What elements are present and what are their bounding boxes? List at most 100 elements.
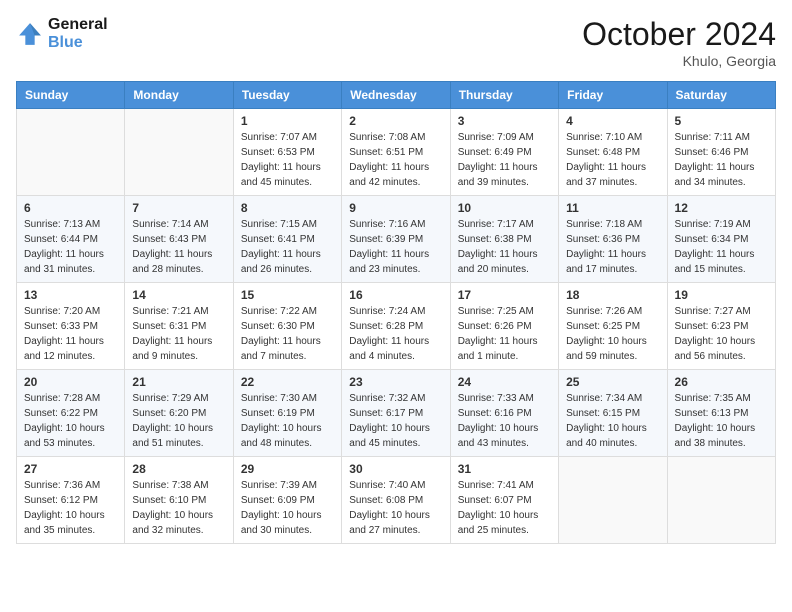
day-number: 3 <box>458 114 551 128</box>
day-number: 7 <box>132 201 225 215</box>
day-number: 30 <box>349 462 442 476</box>
calendar-table: SundayMondayTuesdayWednesdayThursdayFrid… <box>16 81 776 544</box>
calendar-cell: 4 Sunrise: 7:10 AMSunset: 6:48 PMDaylight… <box>559 109 667 196</box>
calendar-cell <box>125 109 233 196</box>
calendar-cell <box>17 109 125 196</box>
logo-icon <box>16 20 44 48</box>
day-number: 16 <box>349 288 442 302</box>
day-number: 21 <box>132 375 225 389</box>
weekday-header: Sunday <box>17 82 125 109</box>
day-info: Sunrise: 7:15 AMSunset: 6:41 PMDaylight:… <box>241 217 334 277</box>
calendar-cell: 20Sunrise: 7:28 AMSunset: 6:22 PMDayligh… <box>17 370 125 457</box>
day-info: Sunrise: 7:27 AMSunset: 6:23 PMDaylight:… <box>675 304 768 364</box>
month-title: October 2024 <box>582 16 776 53</box>
day-info: Sunrise: 7:14 AMSunset: 6:43 PMDaylight:… <box>132 217 225 277</box>
calendar-week-row: 13 Sunrise: 7:20 AMSunset: 6:33 PMDayligh… <box>17 283 776 370</box>
day-number: 23 <box>349 375 442 389</box>
logo: General Blue <box>16 16 108 52</box>
day-info: Sunrise: 7:07 AMSunset: 6:53 PMDaylight:… <box>241 130 334 190</box>
calendar-cell: 15Sunrise: 7:22 AMSunset: 6:30 PMDayligh… <box>233 283 341 370</box>
calendar-cell: 7 Sunrise: 7:14 AMSunset: 6:43 PMDaylight… <box>125 196 233 283</box>
calendar-cell: 25 Sunrise: 7:34 AMSunset: 6:15 PMDayligh… <box>559 370 667 457</box>
calendar-cell: 28Sunrise: 7:38 AMSunset: 6:10 PMDayligh… <box>125 457 233 544</box>
calendar-cell: 22 Sunrise: 7:30 AMSunset: 6:19 PMDayligh… <box>233 370 341 457</box>
day-info: Sunrise: 7:08 AMSunset: 6:51 PMDaylight:… <box>349 130 442 190</box>
day-number: 10 <box>458 201 551 215</box>
calendar-cell: 3 Sunrise: 7:09 AMSunset: 6:49 PMDaylight… <box>450 109 558 196</box>
day-info: Sunrise: 7:21 AMSunset: 6:31 PMDaylight:… <box>132 304 225 364</box>
location: Khulo, Georgia <box>582 53 776 69</box>
calendar-cell: 9 Sunrise: 7:16 AMSunset: 6:39 PMDaylight… <box>342 196 450 283</box>
day-number: 8 <box>241 201 334 215</box>
calendar-cell: 26 Sunrise: 7:35 AMSunset: 6:13 PMDayligh… <box>667 370 775 457</box>
day-info: Sunrise: 7:18 AMSunset: 6:36 PMDaylight:… <box>566 217 659 277</box>
day-info: Sunrise: 7:26 AMSunset: 6:25 PMDaylight:… <box>566 304 659 364</box>
calendar-cell: 6 Sunrise: 7:13 AMSunset: 6:44 PMDaylight… <box>17 196 125 283</box>
day-number: 17 <box>458 288 551 302</box>
day-info: Sunrise: 7:10 AMSunset: 6:48 PMDaylight:… <box>566 130 659 190</box>
logo-text: General Blue <box>48 16 108 52</box>
day-number: 26 <box>675 375 768 389</box>
weekday-header: Wednesday <box>342 82 450 109</box>
calendar-cell: 12Sunrise: 7:19 AMSunset: 6:34 PMDayligh… <box>667 196 775 283</box>
calendar-cell: 21 Sunrise: 7:29 AMSunset: 6:20 PMDayligh… <box>125 370 233 457</box>
weekday-header: Tuesday <box>233 82 341 109</box>
day-number: 28 <box>132 462 225 476</box>
calendar-cell: 1 Sunrise: 7:07 AMSunset: 6:53 PMDaylight… <box>233 109 341 196</box>
day-info: Sunrise: 7:36 AMSunset: 6:12 PMDaylight:… <box>24 478 117 538</box>
day-info: Sunrise: 7:40 AMSunset: 6:08 PMDaylight:… <box>349 478 442 538</box>
calendar-cell: 27 Sunrise: 7:36 AMSunset: 6:12 PMDayligh… <box>17 457 125 544</box>
day-number: 15 <box>241 288 334 302</box>
calendar-cell: 19Sunrise: 7:27 AMSunset: 6:23 PMDayligh… <box>667 283 775 370</box>
day-number: 9 <box>349 201 442 215</box>
day-info: Sunrise: 7:35 AMSunset: 6:13 PMDaylight:… <box>675 391 768 451</box>
title-block: October 2024 Khulo, Georgia <box>582 16 776 69</box>
weekday-header: Thursday <box>450 82 558 109</box>
calendar-cell: 14Sunrise: 7:21 AMSunset: 6:31 PMDayligh… <box>125 283 233 370</box>
day-info: Sunrise: 7:33 AMSunset: 6:16 PMDaylight:… <box>458 391 551 451</box>
weekday-header: Friday <box>559 82 667 109</box>
day-info: Sunrise: 7:29 AMSunset: 6:20 PMDaylight:… <box>132 391 225 451</box>
calendar-cell: 10 Sunrise: 7:17 AMSunset: 6:38 PMDayligh… <box>450 196 558 283</box>
calendar-cell: 30 Sunrise: 7:40 AMSunset: 6:08 PMDayligh… <box>342 457 450 544</box>
day-number: 18 <box>566 288 659 302</box>
day-number: 5 <box>675 114 768 128</box>
calendar-header-row: SundayMondayTuesdayWednesdayThursdayFrid… <box>17 82 776 109</box>
calendar-cell: 23 Sunrise: 7:32 AMSunset: 6:17 PMDayligh… <box>342 370 450 457</box>
day-info: Sunrise: 7:17 AMSunset: 6:38 PMDaylight:… <box>458 217 551 277</box>
calendar-cell: 29Sunrise: 7:39 AMSunset: 6:09 PMDayligh… <box>233 457 341 544</box>
calendar-cell: 2 Sunrise: 7:08 AMSunset: 6:51 PMDaylight… <box>342 109 450 196</box>
calendar-cell: 17 Sunrise: 7:25 AMSunset: 6:26 PMDayligh… <box>450 283 558 370</box>
day-number: 29 <box>241 462 334 476</box>
day-number: 25 <box>566 375 659 389</box>
day-number: 31 <box>458 462 551 476</box>
calendar-cell: 24Sunrise: 7:33 AMSunset: 6:16 PMDayligh… <box>450 370 558 457</box>
day-info: Sunrise: 7:34 AMSunset: 6:15 PMDaylight:… <box>566 391 659 451</box>
day-info: Sunrise: 7:30 AMSunset: 6:19 PMDaylight:… <box>241 391 334 451</box>
day-info: Sunrise: 7:20 AMSunset: 6:33 PMDaylight:… <box>24 304 117 364</box>
day-number: 4 <box>566 114 659 128</box>
day-info: Sunrise: 7:24 AMSunset: 6:28 PMDaylight:… <box>349 304 442 364</box>
calendar-cell: 11Sunrise: 7:18 AMSunset: 6:36 PMDayligh… <box>559 196 667 283</box>
day-number: 6 <box>24 201 117 215</box>
day-info: Sunrise: 7:16 AMSunset: 6:39 PMDaylight:… <box>349 217 442 277</box>
day-number: 20 <box>24 375 117 389</box>
day-info: Sunrise: 7:32 AMSunset: 6:17 PMDaylight:… <box>349 391 442 451</box>
day-info: Sunrise: 7:19 AMSunset: 6:34 PMDaylight:… <box>675 217 768 277</box>
weekday-header: Monday <box>125 82 233 109</box>
day-number: 2 <box>349 114 442 128</box>
day-number: 1 <box>241 114 334 128</box>
calendar-cell: 16 Sunrise: 7:24 AMSunset: 6:28 PMDayligh… <box>342 283 450 370</box>
weekday-header: Saturday <box>667 82 775 109</box>
day-info: Sunrise: 7:13 AMSunset: 6:44 PMDaylight:… <box>24 217 117 277</box>
day-number: 22 <box>241 375 334 389</box>
day-info: Sunrise: 7:41 AMSunset: 6:07 PMDaylight:… <box>458 478 551 538</box>
calendar-week-row: 27 Sunrise: 7:36 AMSunset: 6:12 PMDayligh… <box>17 457 776 544</box>
day-info: Sunrise: 7:25 AMSunset: 6:26 PMDaylight:… <box>458 304 551 364</box>
calendar-cell: 13 Sunrise: 7:20 AMSunset: 6:33 PMDayligh… <box>17 283 125 370</box>
page-header: General Blue October 2024 Khulo, Georgia <box>16 16 776 69</box>
day-info: Sunrise: 7:09 AMSunset: 6:49 PMDaylight:… <box>458 130 551 190</box>
calendar-cell: 18 Sunrise: 7:26 AMSunset: 6:25 PMDayligh… <box>559 283 667 370</box>
day-number: 13 <box>24 288 117 302</box>
day-number: 27 <box>24 462 117 476</box>
